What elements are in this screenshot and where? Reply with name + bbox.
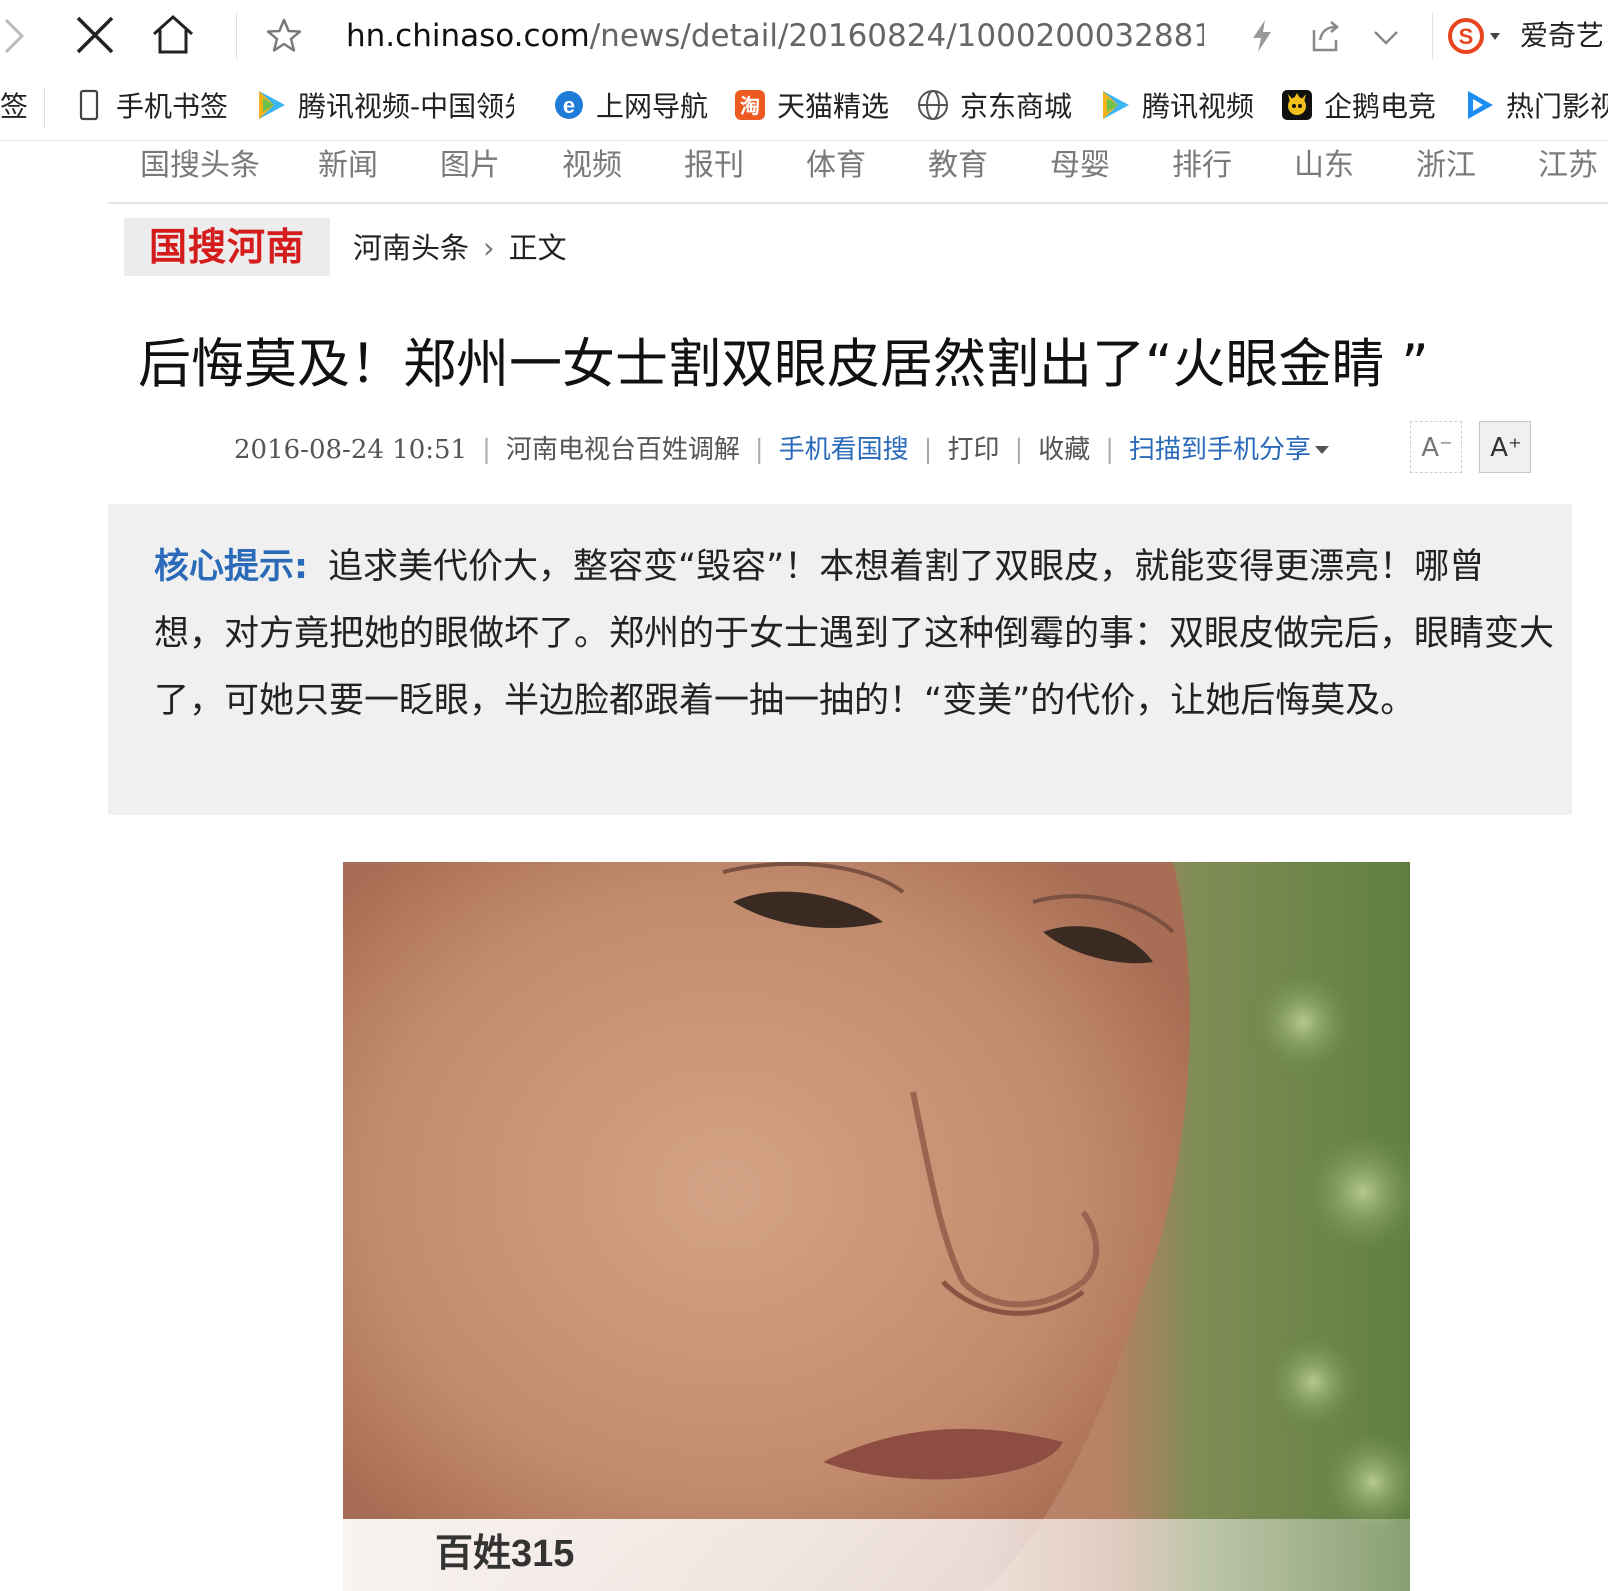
bookmark-tmall[interactable]: 淘 天猫精选 <box>733 86 889 128</box>
bookmark-jd[interactable]: 京东商城 <box>916 86 1072 128</box>
font-smaller-button[interactable]: A⁻ <box>1410 421 1462 473</box>
bookmark-hot-movies[interactable]: 热门影视 <box>1462 86 1608 128</box>
chevron-down-icon[interactable] <box>1370 22 1402 52</box>
nav-item[interactable]: 排行 <box>1172 144 1232 188</box>
address-bar[interactable]: hn.chinaso.com/news/detail/20160824/1000… <box>346 14 1204 58</box>
bookmark-tencent-video[interactable]: 腾讯视频 <box>1098 86 1254 128</box>
nav-item[interactable]: 图片 <box>440 144 500 188</box>
meta-divider: | <box>754 435 764 465</box>
lightning-icon[interactable] <box>1248 18 1276 54</box>
font-larger-button[interactable]: A⁺ <box>1479 421 1531 473</box>
font-smaller-label: A⁻ <box>1421 433 1453 463</box>
chevron-right-icon: › <box>483 231 495 265</box>
nav-item[interactable]: 浙江 <box>1416 144 1476 188</box>
ie-icon: e <box>555 91 583 119</box>
bookmark-label: 腾讯视频-中国领先 <box>298 90 514 123</box>
favorite-link[interactable]: 收藏 <box>1038 435 1090 465</box>
share-icon[interactable] <box>1308 18 1342 54</box>
bookmark-label: 热门影视 <box>1506 90 1608 123</box>
home-icon[interactable] <box>150 12 196 58</box>
toolbar-divider <box>1432 12 1433 60</box>
font-larger-label: A⁺ <box>1490 433 1522 463</box>
tencent-video-icon <box>259 91 285 119</box>
sogou-search-icon[interactable]: S <box>1446 14 1512 58</box>
search-engine-label[interactable]: 爱奇艺 <box>1520 14 1604 58</box>
article-source: 河南电视台百姓调解 <box>505 435 740 465</box>
breadcrumb-section[interactable]: 河南头条 <box>353 231 469 265</box>
summary-paragraph: 核心提示: 追求美代价大，整容变“毁容”！本想着割了双眼皮，就能变得更漂亮！哪曾想… <box>154 534 1554 735</box>
bookmark-label: 京东商城 <box>960 90 1073 123</box>
bookmark-partial[interactable]: 签 <box>0 86 28 128</box>
svg-text:e: e <box>563 93 575 118</box>
bookmark-penguin-esports[interactable]: 企鹅电竞 <box>1280 86 1436 128</box>
meta-divider: | <box>1105 435 1114 465</box>
url-host: hn.chinaso.com <box>346 18 590 54</box>
bookmark-mobile[interactable]: 手机书签 <box>72 86 228 128</box>
svg-text:淘: 淘 <box>740 94 760 118</box>
forward-icon[interactable] <box>0 14 30 58</box>
nav-item[interactable]: 新闻 <box>318 144 378 188</box>
breadcrumb: 河南头条 › 正文 <box>353 226 567 270</box>
print-link[interactable]: 打印 <box>947 435 999 465</box>
nav-item[interactable]: 母婴 <box>1050 144 1110 188</box>
site-nav: 国搜头条 新闻 图片 视频 报刊 体育 教育 母婴 排行 山东 浙江 江苏 <box>108 140 1608 204</box>
meta-divider: | <box>482 435 491 465</box>
nav-item[interactable]: 报刊 <box>684 144 744 188</box>
meta-divider: | <box>1014 435 1024 465</box>
summary-text: 追求美代价大，整容变“毁容”！本想着割了双眼皮，就能变得更漂亮！哪曾想，对方竟把… <box>154 547 1555 721</box>
article-photo: 百姓315 <box>343 862 1410 1591</box>
article-datetime: 2016-08-24 10:51 <box>234 435 468 465</box>
bookmark-tencent-video-home[interactable]: 腾讯视频-中国领先 <box>254 86 514 128</box>
taobao-icon: 淘 <box>735 90 765 120</box>
article-meta: 2016-08-24 10:51 | 河南电视台百姓调解 | 手机看国搜 | 打印 | 收藏 | 扫… <box>234 430 1330 470</box>
bookmarks-bar: 签 手机书签 腾讯视频-中国领先 e 上网导航 淘 天猫精选 京东商城 腾讯视频 <box>0 74 1608 141</box>
nav-item[interactable]: 江苏 <box>1538 144 1598 188</box>
bookmark-label: 手机书签 <box>116 90 229 123</box>
bookmark-label: 上网导航 <box>596 90 709 123</box>
summary-lead: 核心提示: <box>154 547 308 587</box>
play-icon <box>1468 91 1493 119</box>
url-path: /news/detail/20160824/10002000328814 <box>589 18 1204 54</box>
bookmark-navigation[interactable]: e 上网导航 <box>552 86 708 128</box>
bookmark-label: 企鹅电竞 <box>1324 90 1437 123</box>
tencent-video-icon <box>1103 91 1129 119</box>
face-closeup-image <box>343 862 1410 1591</box>
video-caption: 百姓315 <box>435 1533 575 1575</box>
phone-icon <box>79 89 99 121</box>
nav-item[interactable]: 山东 <box>1294 144 1354 188</box>
bookmarks-divider <box>44 88 45 128</box>
star-icon[interactable] <box>264 14 304 58</box>
article-headline: 后悔莫及！郑州一女士割双眼皮居然割出了“火眼金睛 ” <box>138 334 1429 395</box>
toolbar-divider <box>236 12 237 60</box>
bookmark-label: 腾讯视频 <box>1142 90 1255 123</box>
globe-icon <box>918 90 948 120</box>
svg-text:S: S <box>1459 24 1474 49</box>
browser-toolbar: hn.chinaso.com/news/detail/20160824/1000… <box>0 0 1608 74</box>
close-icon[interactable] <box>72 12 118 58</box>
meta-divider: | <box>923 435 933 465</box>
bookmark-label: 天猫精选 <box>777 90 890 123</box>
mobile-view-link[interactable]: 手机看国搜 <box>779 435 909 465</box>
article-summary: 核心提示: 追求美代价大，整容变“毁容”！本想着割了双眼皮，就能变得更漂亮！哪曾想… <box>108 504 1572 815</box>
nav-item[interactable]: 教育 <box>928 144 988 188</box>
nav-item[interactable]: 国搜头条 <box>140 144 260 188</box>
nav-item[interactable]: 体育 <box>806 144 866 188</box>
share-to-mobile-link[interactable]: 扫描到手机分享 <box>1129 435 1311 465</box>
penguin-esports-icon <box>1282 90 1312 120</box>
caret-down-icon[interactable] <box>1315 446 1330 454</box>
nav-item[interactable]: 视频 <box>562 144 622 188</box>
breadcrumb-current: 正文 <box>508 231 567 265</box>
site-logo[interactable]: 国搜河南 <box>124 218 330 276</box>
